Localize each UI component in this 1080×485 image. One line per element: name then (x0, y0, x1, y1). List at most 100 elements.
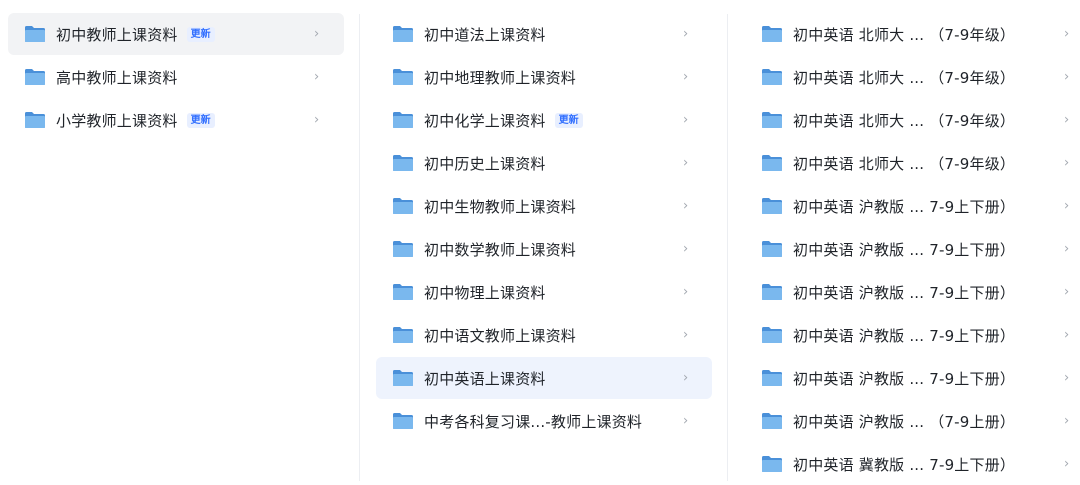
folder-label: 初中历史上课资料 (424, 154, 546, 173)
chevron-right-icon: › (683, 155, 689, 171)
folder-label: 初中英语 沪教版 ... 7-9上下册） (793, 326, 1016, 345)
subject-folder-item[interactable]: 初中语文教师上课资料 › (376, 314, 712, 356)
chevron-right-icon: › (1064, 241, 1070, 257)
chevron-right-icon: › (1064, 112, 1070, 128)
chevron-right-icon: › (683, 112, 689, 128)
folder-icon (392, 197, 414, 215)
folder-icon (24, 25, 46, 43)
chevron-right-icon: › (1064, 155, 1070, 171)
subject-folder-item[interactable]: 中考各科复习课...-教师上课资料 › (376, 400, 712, 442)
chevron-right-icon: › (314, 69, 320, 85)
edition-folder-item[interactable]: 初中英语 沪教版 ... 7-9上下册） › (750, 185, 1076, 227)
chevron-right-icon: › (1064, 198, 1070, 214)
folder-label: 初中英语 沪教版 ... 7-9上下册） (793, 283, 1016, 302)
folder-label: 初中生物教师上课资料 (424, 197, 577, 216)
category-folder-item[interactable]: 高中教师上课资料 › (8, 56, 344, 98)
chevron-right-icon: › (683, 241, 689, 257)
subject-folder-item[interactable]: 初中数学教师上课资料 › (376, 228, 712, 270)
folder-label: 初中教师上课资料 (56, 25, 178, 44)
subject-folder-item[interactable]: 初中物理上课资料 › (376, 271, 712, 313)
chevron-right-icon: › (314, 26, 320, 42)
folder-icon (24, 68, 46, 86)
chevron-right-icon: › (1064, 327, 1070, 343)
folder-icon (761, 283, 783, 301)
folder-icon (392, 412, 414, 430)
update-badge: 更新 (186, 112, 215, 128)
edition-folder-item[interactable]: 初中英语 沪教版 ... 7-9上下册） › (750, 228, 1076, 270)
column-subjects: 初中道法上课资料 › 初中地理教师上课资料 › 初中化学上课资料 更新 › 初中历史上课资料 ›… (369, 0, 721, 481)
subject-folder-item[interactable]: 初中道法上课资料 › (376, 13, 712, 55)
folder-label: 中考各科复习课...-教师上课资料 (424, 412, 643, 431)
folder-icon (392, 68, 414, 86)
subject-folder-item[interactable]: 初中英语上课资料 › (376, 357, 712, 399)
folder-label: 初中英语 北师大 ... （7-9年级） (793, 154, 1016, 173)
folder-icon (392, 25, 414, 43)
chevron-right-icon: › (1064, 284, 1070, 300)
chevron-right-icon: › (683, 284, 689, 300)
edition-folder-item[interactable]: 初中英语 冀教版 ... 7-9上下册） › (750, 443, 1076, 485)
column-categories: 初中教师上课资料 更新 › 高中教师上课资料 › 小学教师上课资料 更新 › (0, 0, 352, 481)
folder-icon (761, 25, 783, 43)
folder-label: 初中英语 沪教版 ... 7-9上下册） (793, 197, 1016, 216)
chevron-right-icon: › (314, 112, 320, 128)
category-folder-item[interactable]: 初中教师上课资料 更新 › (8, 13, 344, 55)
edition-folder-item[interactable]: 初中英语 北师大 ... （7-9年级） › (750, 56, 1076, 98)
edition-folder-item[interactable]: 初中英语 北师大 ... （7-9年级） › (750, 99, 1076, 141)
folder-icon (24, 111, 46, 129)
folder-icon (761, 455, 783, 473)
folder-icon (761, 369, 783, 387)
folder-icon (392, 240, 414, 258)
subject-folder-item[interactable]: 初中化学上课资料 更新 › (376, 99, 712, 141)
folder-icon (761, 154, 783, 172)
folder-label: 初中英语 沪教版 ... 7-9上下册） (793, 240, 1016, 259)
subject-folder-item[interactable]: 初中地理教师上课资料 › (376, 56, 712, 98)
folder-icon (392, 283, 414, 301)
category-folder-item[interactable]: 小学教师上课资料 更新 › (8, 99, 344, 141)
folder-label: 初中数学教师上课资料 (424, 240, 577, 259)
edition-folder-item[interactable]: 初中英语 沪教版 ... 7-9上下册） › (750, 271, 1076, 313)
chevron-right-icon: › (1064, 26, 1070, 42)
update-badge: 更新 (554, 112, 583, 128)
folder-icon (392, 326, 414, 344)
folder-icon (392, 111, 414, 129)
folder-label: 初中英语 北师大 ... （7-9年级） (793, 68, 1016, 87)
folder-label: 高中教师上课资料 (56, 68, 178, 87)
folder-label: 初中地理教师上课资料 (424, 68, 577, 87)
folder-icon (392, 154, 414, 172)
folder-label: 初中英语 北师大 ... （7-9年级） (793, 111, 1016, 130)
edition-folder-item[interactable]: 初中英语 沪教版 ... 7-9上下册） › (750, 357, 1076, 399)
column-divider (727, 14, 728, 481)
chevron-right-icon: › (683, 198, 689, 214)
column-editions: 初中英语 北师大 ... （7-9年级） › 初中英语 北师大 ... （7-9年级… (736, 0, 1080, 481)
chevron-right-icon: › (683, 327, 689, 343)
folder-icon (761, 197, 783, 215)
folder-icon (392, 369, 414, 387)
folder-label: 初中英语上课资料 (424, 369, 546, 388)
subject-folder-item[interactable]: 初中历史上课资料 › (376, 142, 712, 184)
chevron-right-icon: › (683, 26, 689, 42)
folder-label: 初中英语 沪教版 ... 7-9上下册） (793, 369, 1016, 388)
subject-folder-item[interactable]: 初中生物教师上课资料 › (376, 185, 712, 227)
folder-label: 初中语文教师上课资料 (424, 326, 577, 345)
folder-label: 初中化学上课资料 (424, 111, 546, 130)
edition-folder-item[interactable]: 初中英语 北师大 ... （7-9年级） › (750, 13, 1076, 55)
edition-folder-item[interactable]: 初中英语 北师大 ... （7-9年级） › (750, 142, 1076, 184)
folder-label: 小学教师上课资料 (56, 111, 178, 130)
folder-icon (761, 111, 783, 129)
chevron-right-icon: › (1064, 69, 1070, 85)
column-divider (359, 14, 360, 481)
folder-label: 初中道法上课资料 (424, 25, 546, 44)
edition-folder-item[interactable]: 初中英语 沪教版 ... （7-9上册） › (750, 400, 1076, 442)
chevron-right-icon: › (1064, 456, 1070, 472)
folder-icon (761, 326, 783, 344)
folder-label: 初中英语 沪教版 ... （7-9上册） (793, 412, 1016, 431)
edition-folder-item[interactable]: 初中英语 沪教版 ... 7-9上下册） › (750, 314, 1076, 356)
folder-label: 初中英语 冀教版 ... 7-9上下册） (793, 455, 1016, 474)
folder-label: 初中物理上课资料 (424, 283, 546, 302)
update-badge: 更新 (186, 26, 215, 42)
folder-icon (761, 412, 783, 430)
chevron-right-icon: › (683, 69, 689, 85)
chevron-right-icon: › (1064, 413, 1070, 429)
folder-icon (761, 240, 783, 258)
chevron-right-icon: › (1064, 370, 1070, 386)
